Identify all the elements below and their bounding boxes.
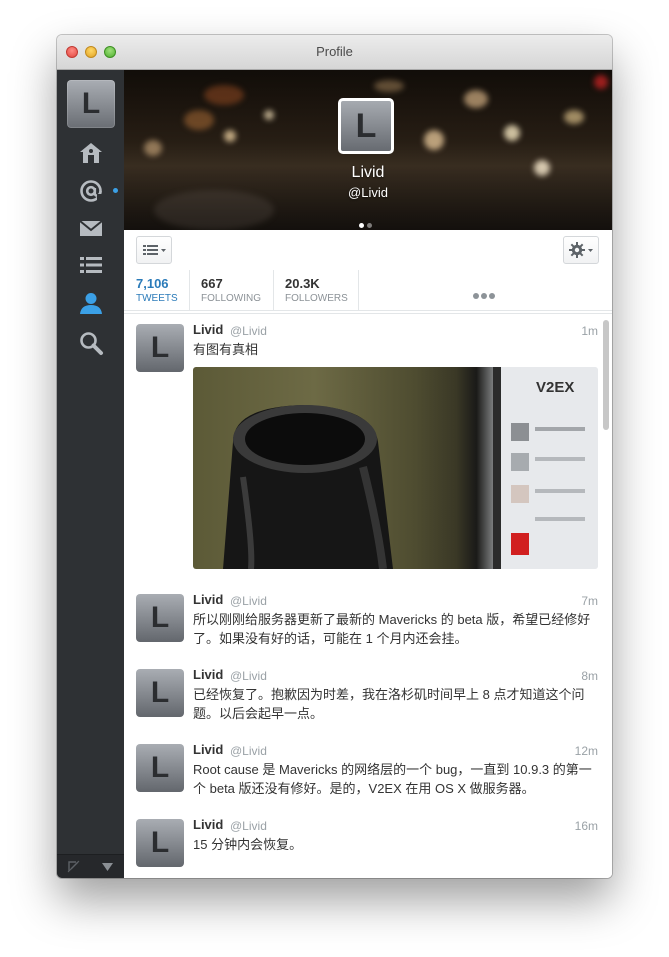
tweet-author-name[interactable]: Livid (193, 667, 223, 682)
tweet-text: Root cause 是 Mavericks 的网络层的一个 bug，一直到 1… (193, 762, 592, 796)
tweet-avatar[interactable]: L (136, 819, 184, 867)
tweet-author-handle[interactable]: @Livid (230, 819, 267, 833)
profile-avatar[interactable]: L (338, 98, 394, 154)
home-icon[interactable] (78, 140, 104, 166)
chevron-down-icon (102, 863, 113, 871)
tweet-text: 已经恢复了。抱歉因为时差，我在洛杉矶时间早上 8 点才知道这个问题。以后会起早一… (193, 687, 585, 721)
avatar-letter: L (150, 751, 170, 784)
tweet-author-name[interactable]: Livid (193, 817, 223, 832)
stat-label: TWEETS (136, 293, 178, 304)
tweet-timestamp[interactable]: 16m (575, 819, 598, 833)
stat-value: 20.3K (285, 276, 320, 291)
tweet-author-name[interactable]: Livid (193, 592, 223, 607)
tweet-avatar[interactable]: L (136, 744, 184, 792)
app-window: Profile L L Livid @Livid 7,106 TWEETS 66… (57, 35, 612, 878)
divider (358, 270, 359, 310)
settings-button[interactable] (563, 236, 599, 264)
messages-icon[interactable] (78, 215, 104, 241)
account-avatar[interactable]: L (67, 80, 115, 128)
compose-disabled-icon (67, 860, 80, 873)
compose-toggle-button[interactable] (57, 855, 90, 878)
tweet-text: 所以刚刚给服务器更新了最新的 Mavericks 的 beta 版，希望已经修好… (193, 612, 591, 646)
profile-icon[interactable] (78, 290, 104, 316)
timeline-scrollbar[interactable] (603, 320, 609, 430)
more-options-icon[interactable] (473, 286, 497, 304)
tweet-author-handle[interactable]: @Livid (230, 744, 267, 758)
tweet-text: 15 分钟内会恢复。 (193, 837, 303, 852)
tweet-author-name[interactable]: Livid (193, 322, 223, 337)
stat-followers[interactable]: 20.3K FOLLOWERS (273, 270, 357, 310)
title-bar: Profile (57, 35, 612, 70)
lists-menu-button[interactable] (136, 236, 172, 264)
tweet-timestamp[interactable]: 8m (581, 669, 598, 683)
sidebar: L (57, 70, 124, 878)
avatar-letter: L (150, 826, 170, 859)
stat-tweets[interactable]: 7,106 TWEETS (124, 270, 188, 310)
tweet-avatar[interactable]: L (136, 669, 184, 717)
tweet-text: 有图有真相 (193, 342, 259, 357)
stat-value: 7,106 (136, 276, 169, 291)
avatar-letter: L (150, 676, 170, 709)
tweet-avatar[interactable]: L (136, 324, 184, 372)
list-menu-icon (143, 245, 166, 255)
tweet-timeline[interactable]: L Livid @Livid 1m 有图有真相 V2EX L Livid @Li… (124, 313, 612, 878)
stat-following[interactable]: 667 FOLLOWING (189, 270, 272, 310)
window-title: Profile (316, 44, 353, 59)
profile-stats: 7,106 TWEETS 667 FOLLOWING 20.3K FOLLOWE… (124, 270, 612, 311)
tweet-timestamp[interactable]: 1m (581, 324, 598, 338)
pager-dot-active[interactable] (359, 223, 364, 228)
account-menu-button[interactable] (91, 855, 124, 878)
profile-toolbar (124, 230, 612, 271)
tweet-avatar[interactable]: L (136, 594, 184, 642)
avatar-letter: L (150, 331, 170, 364)
tweet-item[interactable]: L Livid @Livid 12m Root cause 是 Maverick… (124, 734, 612, 810)
tweet-timestamp[interactable]: 7m (581, 594, 598, 608)
tweet-author-handle[interactable]: @Livid (230, 324, 267, 338)
stat-value: 667 (201, 276, 223, 291)
tweet-author-handle[interactable]: @Livid (230, 594, 267, 608)
mentions-unread-dot (113, 188, 118, 193)
mentions-icon[interactable] (78, 178, 104, 204)
tweet-item[interactable]: L Livid @Livid 16m 15 分钟内会恢复。 (124, 809, 612, 878)
profile-banner: L Livid @Livid (124, 70, 612, 230)
search-icon[interactable] (78, 330, 104, 356)
tweet-item[interactable]: L Livid @Livid 1m 有图有真相 V2EX (124, 314, 612, 585)
profile-name: Livid (351, 164, 385, 181)
stat-label: FOLLOWERS (285, 293, 348, 304)
profile-avatar-letter: L (355, 107, 377, 145)
lists-icon[interactable] (78, 252, 104, 278)
profile-handle: @Livid (348, 185, 388, 200)
tweet-media-image[interactable]: V2EX (193, 367, 598, 569)
gear-icon (569, 242, 593, 258)
tweet-item[interactable]: L Livid @Livid 8m 已经恢复了。抱歉因为时差，我在洛杉矶时间早上… (124, 659, 612, 735)
avatar-letter: L (81, 87, 101, 120)
banner-pager[interactable] (359, 215, 375, 230)
stat-label: FOLLOWING (201, 293, 262, 304)
profile-panel: L Livid @Livid 7,106 TWEETS 667 FOLLOWIN… (124, 70, 612, 878)
sidebar-footer (57, 854, 124, 878)
tweet-author-handle[interactable]: @Livid (230, 669, 267, 683)
tweet-timestamp[interactable]: 12m (575, 744, 598, 758)
avatar-letter: L (150, 601, 170, 634)
pager-dot[interactable] (367, 223, 372, 228)
tweet-item[interactable]: L Livid @Livid 7m 所以刚刚给服务器更新了最新的 Maveric… (124, 584, 612, 660)
tweet-author-name[interactable]: Livid (193, 742, 223, 757)
media-screen-text: V2EX (536, 379, 575, 396)
